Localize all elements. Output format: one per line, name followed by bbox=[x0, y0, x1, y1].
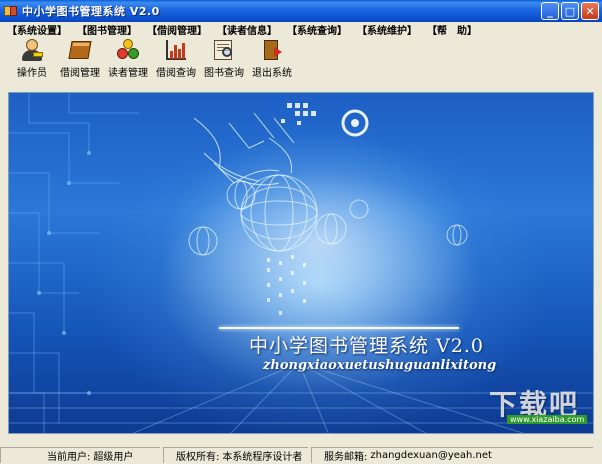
watermark-logo: 下载吧 www.xiazaiba.com bbox=[479, 381, 588, 429]
operator-icon bbox=[19, 38, 45, 62]
circuit-lines bbox=[9, 93, 139, 433]
watermark-badge: www.xiazaiba.com bbox=[507, 415, 588, 424]
splash-divider bbox=[219, 327, 459, 329]
menu-reader-info[interactable]: 【读者信息】 bbox=[217, 22, 277, 37]
borrow-management-button[interactable]: 借阅管理 bbox=[56, 37, 104, 79]
splash-title: 中小学图书管理系统 V2.0 bbox=[249, 335, 484, 357]
pixel-squares bbox=[281, 103, 316, 125]
menu-help[interactable]: 【帮 助】 bbox=[427, 22, 477, 37]
book-search-icon bbox=[211, 38, 237, 62]
menu-book-management[interactable]: 【图书管理】 bbox=[77, 22, 137, 37]
copyright-label: 版权所有: bbox=[176, 452, 220, 463]
toolbar: 操作员 借阅管理 读者管理 借阅查询 图书查询 退出系统 bbox=[0, 37, 602, 79]
current-user-label: 当前用户: bbox=[47, 452, 91, 463]
menu-bar: 【系统设置】 【图书管理】 【借阅管理】 【读者信息】 【系统查询】 【系统维护… bbox=[0, 22, 602, 37]
book-icon bbox=[67, 38, 93, 62]
menu-borrow-management[interactable]: 【借阅管理】 bbox=[147, 22, 207, 37]
window-controls: _ □ ✕ bbox=[541, 2, 599, 20]
status-email: 服务邮箱: zhangdexuan@yeah.net bbox=[311, 447, 593, 463]
splash-pinyin: zhongxiaoxuetushuguanlixitong bbox=[263, 358, 497, 373]
readers-icon bbox=[115, 38, 141, 62]
status-copyright: 版权所有: 本系统程序设计者 bbox=[163, 447, 308, 463]
exit-button[interactable]: 退出系统 bbox=[248, 37, 296, 79]
email-value: zhangdexuan@yeah.net bbox=[370, 450, 492, 461]
title-bar[interactable]: 中小学图书管理系统 V2.0 _ □ ✕ bbox=[0, 0, 602, 22]
operator-button[interactable]: 操作员 bbox=[8, 37, 56, 79]
minimize-button[interactable]: _ bbox=[541, 2, 559, 20]
operator-label: 操作员 bbox=[17, 68, 47, 79]
books-icon bbox=[4, 4, 18, 18]
current-user-value: 超级用户 bbox=[93, 452, 134, 463]
menu-system-query[interactable]: 【系统查询】 bbox=[287, 22, 347, 37]
book-query-label: 图书查询 bbox=[204, 68, 244, 79]
status-bar: 当前用户: 超级用户 版权所有: 本系统程序设计者 服务邮箱: zhangdex… bbox=[0, 446, 602, 464]
menu-system-settings[interactable]: 【系统设置】 bbox=[7, 22, 67, 37]
exit-label: 退出系统 bbox=[252, 68, 292, 79]
book-query-button[interactable]: 图书查询 bbox=[200, 37, 248, 79]
status-current-user: 当前用户: 超级用户 bbox=[0, 447, 160, 463]
borrow-management-label: 借阅管理 bbox=[60, 68, 100, 79]
exit-icon bbox=[259, 38, 285, 62]
reader-management-button[interactable]: 读者管理 bbox=[104, 37, 152, 79]
splash-image: 中小学图书管理系统 V2.0 zhongxiaoxuetushuguanlixi… bbox=[8, 92, 594, 434]
window-title: 中小学图书管理系统 V2.0 bbox=[22, 5, 160, 18]
borrow-query-label: 借阅查询 bbox=[156, 68, 196, 79]
reader-management-label: 读者管理 bbox=[108, 68, 148, 79]
close-button[interactable]: ✕ bbox=[581, 2, 599, 20]
maximize-button[interactable]: □ bbox=[561, 2, 579, 20]
copyright-value: 本系统程序设计者 bbox=[222, 452, 303, 463]
menu-system-maintenance[interactable]: 【系统维护】 bbox=[357, 22, 417, 37]
email-label: 服务邮箱: bbox=[324, 452, 368, 463]
chart-icon bbox=[163, 38, 189, 62]
borrow-query-button[interactable]: 借阅查询 bbox=[152, 37, 200, 79]
